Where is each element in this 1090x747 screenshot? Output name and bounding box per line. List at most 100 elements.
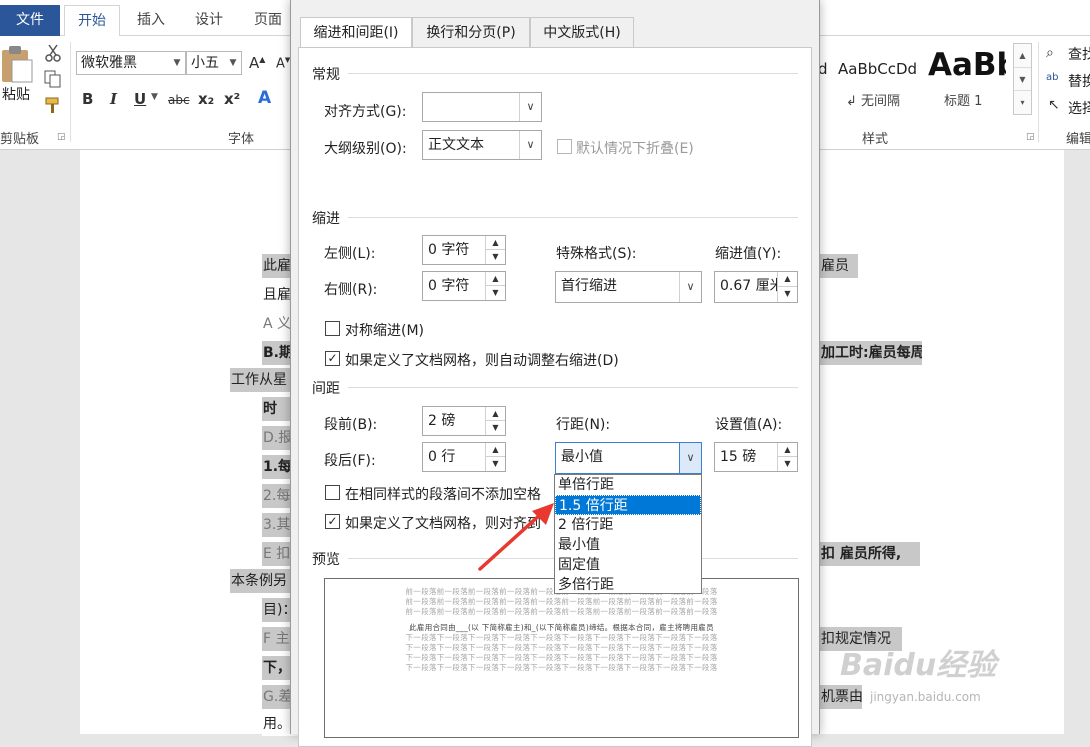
spin-up-icon[interactable]: ▲	[486, 407, 505, 421]
line-spacing-option[interactable]: 固定值	[555, 555, 701, 575]
style-no-spacing-sample[interactable]: AaBbCcDd	[838, 60, 917, 78]
shrink-font-icon[interactable]: A▼	[276, 56, 290, 71]
spacing-at-label: 设置值(A):	[715, 417, 783, 433]
outline-level-value: 正文文本	[428, 137, 484, 153]
line-spacing-option[interactable]: 最小值	[555, 535, 701, 555]
outline-level-label: 大纲级别(O):	[324, 141, 407, 157]
spinner-buttons[interactable]: ▲ ▼	[485, 407, 505, 435]
preview-next-paragraph: 下一段落下一段落下一段落下一段落下一段落下一段落下一段落下一段落下一段落下一段落	[405, 633, 718, 642]
space-after-spinner[interactable]: 0 行 ▲ ▼	[422, 442, 506, 472]
spinner-buttons[interactable]: ▲ ▼	[777, 272, 797, 302]
chevron-down-icon: ∨	[519, 93, 541, 121]
outline-level-select[interactable]: 正文文本 ∨	[422, 130, 542, 160]
clipboard-group-label: 剪贴板	[0, 132, 40, 147]
line-spacing-option[interactable]: 2 倍行距	[555, 515, 701, 535]
font-name-combo[interactable]: 微软雅黑 ▼	[76, 51, 186, 75]
line-spacing-option[interactable]: 单倍行距	[555, 475, 701, 495]
strikethrough-button[interactable]: abc	[168, 93, 190, 107]
spinner-buttons[interactable]: ▲ ▼	[485, 272, 505, 300]
chevron-up-icon[interactable]: ▲	[1014, 44, 1031, 67]
spin-up-icon[interactable]: ▲	[778, 443, 797, 457]
format-painter-icon[interactable]	[44, 96, 62, 114]
cut-icon[interactable]	[44, 44, 62, 62]
space-before-label: 段前(B):	[324, 417, 378, 433]
spin-up-icon[interactable]: ▲	[486, 272, 505, 286]
spacing-at-spinner[interactable]: 15 磅 ▲ ▼	[714, 442, 798, 472]
preview-next-paragraph: 下一段落下一段落下一段落下一段落下一段落下一段落下一段落下一段落下一段落下一段落	[405, 643, 718, 652]
tab-home[interactable]: 开始	[64, 5, 120, 36]
special-indent-value: 首行缩进	[561, 278, 617, 294]
styles-scroll[interactable]: ▲ ▼ ▾	[1013, 43, 1032, 115]
underline-button[interactable]: U	[134, 90, 146, 108]
mirror-indents-checkbox[interactable]	[325, 321, 340, 336]
tab-asian-typography[interactable]: 中文版式(H)	[530, 17, 634, 47]
spin-down-icon[interactable]: ▼	[486, 457, 505, 471]
spinner-buttons[interactable]: ▲ ▼	[777, 443, 797, 471]
chevron-down-icon[interactable]: ▼	[1014, 67, 1031, 90]
tab-file[interactable]: 文件	[0, 5, 60, 36]
clipboard-launcher-icon[interactable]: ◲	[57, 132, 66, 142]
style-heading1-label: 标题 1	[944, 94, 983, 109]
find-icon[interactable]: ⌕	[1046, 45, 1054, 61]
group-separator	[1038, 42, 1039, 142]
chevron-down-icon[interactable]: ▼	[151, 92, 158, 102]
line-spacing-option[interactable]: 多倍行距	[555, 575, 701, 595]
select-button[interactable]: 选择	[1068, 98, 1090, 118]
auto-adjust-right-label: 如果定义了文档网格，则自动调整右缩进(D)	[345, 353, 619, 369]
watermark-url: jingyan.baidu.com	[870, 690, 981, 704]
select-cursor-icon[interactable]: ↖	[1048, 97, 1060, 113]
replace-button[interactable]: 替换	[1068, 71, 1090, 91]
alignment-label: 对齐方式(G):	[324, 104, 407, 120]
tab-insert[interactable]: 插入	[124, 5, 178, 36]
tab-indents-spacing[interactable]: 缩进和间距(I)	[300, 17, 412, 48]
tab-line-page-breaks[interactable]: 换行和分页(P)	[412, 17, 530, 47]
snap-to-grid-checkbox[interactable]: ✓	[325, 514, 340, 529]
spin-up-icon[interactable]: ▲	[486, 236, 505, 250]
paste-icon[interactable]	[0, 44, 34, 84]
replace-icon[interactable]: ab	[1046, 72, 1058, 83]
spin-up-icon[interactable]: ▲	[486, 443, 505, 457]
tab-layout[interactable]: 页面布	[240, 5, 290, 59]
space-before-spinner[interactable]: 2 磅 ▲ ▼	[422, 406, 506, 436]
indent-left-spinner[interactable]: 0 字符 ▲ ▼	[422, 235, 506, 265]
doc-line-right: 雇员	[820, 254, 858, 278]
style-heading1-sample[interactable]: AaBb	[928, 47, 1006, 83]
paste-button[interactable]: 粘贴	[2, 84, 30, 104]
collapse-label: 默认情况下折叠(E)	[576, 141, 694, 157]
subscript-button[interactable]: x₂	[198, 90, 214, 108]
spin-down-icon[interactable]: ▼	[778, 457, 797, 471]
italic-button[interactable]: I	[110, 90, 117, 108]
line-spacing-select[interactable]: 最小值 ∨	[555, 442, 702, 474]
spinner-buttons[interactable]: ▲ ▼	[485, 236, 505, 264]
chevron-down-icon: ∨	[519, 131, 541, 159]
font-size-combo[interactable]: 小五 ▼	[186, 51, 242, 75]
spin-down-icon[interactable]: ▼	[778, 287, 797, 302]
spin-down-icon[interactable]: ▼	[486, 250, 505, 264]
grow-font-icon[interactable]: A▲	[249, 54, 265, 72]
copy-icon[interactable]	[44, 70, 62, 88]
bold-button[interactable]: B	[82, 90, 93, 108]
spin-down-icon[interactable]: ▼	[486, 286, 505, 300]
auto-adjust-right-checkbox[interactable]: ✓	[325, 351, 340, 366]
indent-by-spinner[interactable]: 0.67 厘米 ▲ ▼	[714, 271, 798, 303]
tab-design[interactable]: 设计	[182, 5, 236, 36]
collapse-checkbox[interactable]	[557, 139, 572, 154]
line-spacing-option-selected[interactable]: 1.5 倍行距	[555, 495, 701, 515]
styles-launcher-icon[interactable]: ◲	[1026, 132, 1035, 142]
find-button[interactable]: 查找	[1068, 44, 1090, 64]
spinner-buttons[interactable]: ▲ ▼	[485, 443, 505, 471]
space-before-value: 2 磅	[428, 413, 456, 429]
indent-right-spinner[interactable]: 0 字符 ▲ ▼	[422, 271, 506, 301]
chevron-down-icon: ∨	[679, 272, 701, 302]
text-effects-button[interactable]: A	[258, 88, 271, 108]
alignment-select[interactable]: ∨	[422, 92, 542, 122]
preview-next-paragraph: 下一段落下一段落下一段落下一段落下一段落下一段落下一段落下一段落下一段落下一段落	[405, 653, 718, 662]
spin-up-icon[interactable]: ▲	[778, 272, 797, 287]
special-indent-select[interactable]: 首行缩进 ∨	[555, 271, 702, 303]
superscript-button[interactable]: x²	[224, 90, 240, 108]
spin-down-icon[interactable]: ▼	[486, 421, 505, 435]
styles-more-icon[interactable]: ▾	[1014, 90, 1031, 113]
watermark-logo: Baidu经验	[840, 648, 997, 683]
indent-right-value: 0 字符	[428, 278, 470, 294]
no-space-same-style-checkbox[interactable]	[325, 485, 340, 500]
